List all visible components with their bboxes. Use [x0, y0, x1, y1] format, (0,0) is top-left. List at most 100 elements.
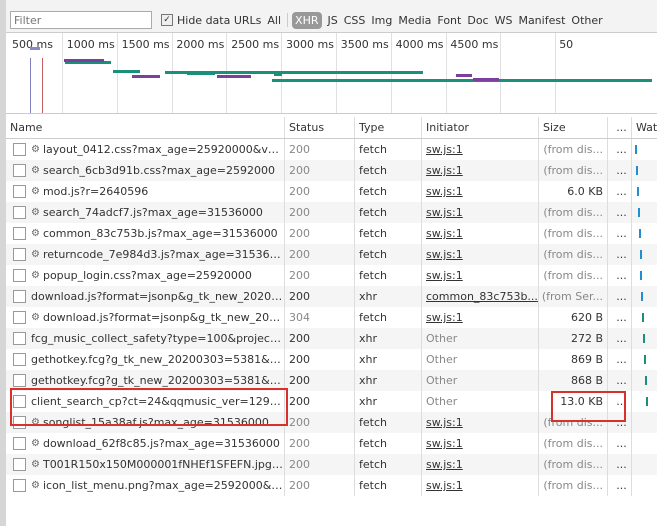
gear-icon: ⚙ [31, 165, 40, 176]
table-row[interactable]: download.js?format=jsonp&g_tk_new_20200.… [6, 286, 657, 307]
initiator-cell[interactable]: sw.js:1 [422, 244, 539, 265]
table-row[interactable]: ⚙ layout_0412.css?max_age=25920000&v=2...… [6, 139, 657, 160]
more-cell: ... [608, 307, 632, 328]
table-row[interactable]: ⚙ returncode_7e984d3.js?max_age=31536000 2… [6, 244, 657, 265]
request-name-cell[interactable]: ⚙ search_6cb3d91b.css?max_age=2592000 [6, 160, 285, 181]
filter-toolbar: ✓ Hide data URLs All XHR JS CSS Img Media Font… [6, 8, 657, 33]
initiator-cell[interactable]: sw.js:1 [422, 475, 539, 496]
initiator-cell[interactable]: sw.js:1 [422, 181, 539, 202]
table-row[interactable]: ⚙ search_74adcf7.js?max_age=31536000 200 fe… [6, 202, 657, 223]
initiator-cell[interactable]: sw.js:1 [422, 412, 539, 433]
initiator-cell[interactable]: sw.js:1 [422, 433, 539, 454]
table-row[interactable]: ⚙ search_6cb3d91b.css?max_age=2592000 200 f… [6, 160, 657, 181]
column-header-initiator[interactable]: Initiator [422, 117, 539, 138]
request-name-cell[interactable]: ⚙ mod.js?r=2640596 [6, 181, 285, 202]
table-row[interactable]: ⚙ common_83c753b.js?max_age=31536000 200 fe… [6, 223, 657, 244]
initiator-cell: Other [422, 349, 539, 370]
row-checkbox[interactable] [13, 227, 26, 240]
waterfall-cell [632, 202, 657, 223]
row-checkbox[interactable] [13, 437, 26, 450]
status-cell: 200 [285, 265, 355, 286]
type-cell: fetch [355, 307, 422, 328]
timeline-request-bar [473, 78, 499, 81]
type-filter-manifest[interactable]: Manifest [518, 14, 565, 27]
type-cell: xhr [355, 391, 422, 412]
table-row[interactable]: ⚙ download_62f8c85.js?max_age=31536000 200… [6, 433, 657, 454]
more-cell: ... [608, 433, 632, 454]
timeline-overview[interactable]: 500 ms 1000 ms 1500 ms 2000 ms 2500 ms 3000 m… [6, 33, 657, 114]
request-name-cell[interactable]: download.js?format=jsonp&g_tk_new_20200.… [6, 286, 285, 307]
timeline-request-bar [64, 59, 104, 62]
request-name-cell[interactable]: ⚙ T001R150x150M000001fNHEf1SFEFN.jpg?... [6, 454, 285, 475]
gear-icon: ⚙ [31, 186, 40, 197]
row-checkbox[interactable] [13, 479, 26, 492]
initiator-cell[interactable]: common_83c753b... [422, 286, 539, 307]
table-row[interactable]: ⚙ popup_login.css?max_age=25920000 200 fetc… [6, 265, 657, 286]
timeline-request-bar [113, 70, 140, 73]
row-checkbox[interactable] [13, 290, 26, 303]
row-checkbox[interactable] [13, 143, 26, 156]
row-checkbox[interactable] [13, 458, 26, 471]
timeline-tick-label: 1000 ms [66, 38, 115, 51]
type-filter-xhr[interactable]: XHR [292, 11, 322, 29]
table-row[interactable]: ⚙ download.js?format=jsonp&g_tk_new_202..… [6, 307, 657, 328]
filter-input[interactable] [10, 11, 152, 29]
initiator-cell[interactable]: sw.js:1 [422, 454, 539, 475]
waterfall-bar [635, 166, 638, 175]
column-header-name[interactable]: Name [6, 117, 285, 138]
request-name-cell[interactable]: ⚙ search_74adcf7.js?max_age=31536000 [6, 202, 285, 223]
table-row[interactable]: fcg_music_collect_safety?type=100&projec… [6, 328, 657, 349]
table-row[interactable]: ⚙ icon_list_menu.png?max_age=2592000&v...… [6, 475, 657, 496]
type-filter-font[interactable]: Font [437, 14, 461, 27]
request-name-cell[interactable]: ⚙ returncode_7e984d3.js?max_age=31536000 [6, 244, 285, 265]
type-filter-other[interactable]: Other [571, 14, 602, 27]
type-filter-js[interactable]: JS [328, 14, 338, 27]
request-name-cell[interactable]: ⚙ common_83c753b.js?max_age=31536000 [6, 223, 285, 244]
initiator-cell[interactable]: sw.js:1 [422, 223, 539, 244]
request-name-cell[interactable]: ⚙ download_62f8c85.js?max_age=31536000 [6, 433, 285, 454]
initiator-cell[interactable]: sw.js:1 [422, 265, 539, 286]
request-name-cell[interactable]: gethotkey.fcg?g_tk_new_20200303=5381&g_.… [6, 349, 285, 370]
type-filter-img[interactable]: Img [371, 14, 392, 27]
table-row[interactable]: ⚙ mod.js?r=2640596 200 fetch sw.js:1 6.0 KB..… [6, 181, 657, 202]
table-header: Name Status Type Initiator Size... Wat [6, 117, 657, 139]
row-checkbox[interactable] [13, 164, 26, 177]
column-header-waterfall[interactable]: Wat [632, 117, 657, 138]
type-filter-doc[interactable]: Doc [467, 14, 488, 27]
row-checkbox[interactable] [13, 332, 26, 345]
request-name-cell[interactable]: ⚙ icon_list_menu.png?max_age=2592000&v... [6, 475, 285, 496]
hide-data-urls-checkbox[interactable]: ✓ [161, 14, 173, 26]
type-filter-all[interactable]: All [267, 14, 281, 27]
request-name-cell[interactable]: ⚙ layout_0412.css?max_age=25920000&v=2... [6, 139, 285, 160]
type-filter-ws[interactable]: WS [495, 14, 513, 27]
initiator-cell[interactable]: sw.js:1 [422, 160, 539, 181]
gear-icon: ⚙ [31, 270, 40, 281]
request-name-cell[interactable]: fcg_music_collect_safety?type=100&projec… [6, 328, 285, 349]
row-checkbox[interactable] [13, 311, 26, 324]
row-checkbox[interactable] [13, 353, 26, 366]
waterfall-bar [644, 376, 647, 385]
request-name-cell[interactable]: ⚙ popup_login.css?max_age=25920000 [6, 265, 285, 286]
initiator-cell[interactable]: sw.js:1 [422, 307, 539, 328]
timeline-tick-label: 4500 ms [450, 38, 499, 51]
type-cell: xhr [355, 286, 422, 307]
request-name-cell[interactable]: ⚙ download.js?format=jsonp&g_tk_new_202..… [6, 307, 285, 328]
waterfall-cell [632, 412, 657, 433]
type-filter-media[interactable]: Media [398, 14, 431, 27]
column-header-type[interactable]: Type [355, 117, 422, 138]
table-row[interactable]: ⚙ T001R150x150M000001fNHEf1SFEFN.jpg?... 2… [6, 454, 657, 475]
row-checkbox[interactable] [13, 374, 26, 387]
type-filter-css[interactable]: CSS [344, 14, 366, 27]
column-header-size[interactable]: Size [539, 117, 608, 138]
column-header-status[interactable]: Status [285, 117, 355, 138]
waterfall-bar [637, 208, 640, 217]
table-row[interactable]: gethotkey.fcg?g_tk_new_20200303=5381&g_.… [6, 349, 657, 370]
row-checkbox[interactable] [13, 206, 26, 219]
row-checkbox[interactable] [13, 185, 26, 198]
initiator-cell[interactable]: sw.js:1 [422, 139, 539, 160]
timeline-gridline [62, 33, 63, 113]
row-checkbox[interactable] [13, 269, 26, 282]
initiator-cell[interactable]: sw.js:1 [422, 202, 539, 223]
row-checkbox[interactable] [13, 248, 26, 261]
column-header-more[interactable]: ... [608, 117, 632, 138]
